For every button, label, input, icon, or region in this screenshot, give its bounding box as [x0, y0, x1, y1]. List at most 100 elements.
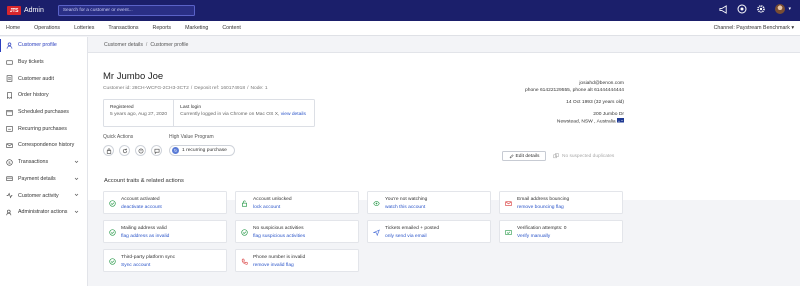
ticket-icon [6, 59, 13, 66]
help-icon[interactable] [737, 4, 747, 14]
view-details-link[interactable]: view details [281, 112, 306, 117]
nav-reports[interactable]: Reports [153, 25, 172, 31]
sidebar-item-correspondence-history[interactable]: Correspondence history [0, 137, 87, 154]
trait-title: No suspicious activities [253, 226, 304, 231]
sidebar-item-transactions[interactable]: $ Transactions [0, 154, 87, 171]
address-line-1: 200 Jumbo Dr [593, 112, 624, 117]
app-title[interactable]: Admin [24, 7, 44, 14]
top-icons: ▾ [719, 4, 791, 14]
send-icon [373, 229, 380, 236]
trait-card-account-activated: Account activated deactivate account [103, 191, 227, 214]
main-nav: Home Operations Lotteries Transactions R… [0, 21, 800, 36]
quick-actions-label: Quick Actions [103, 134, 134, 140]
chevron-down-icon[interactable]: ▾ [788, 6, 791, 12]
trait-action-link[interactable]: remove invalid flag [253, 263, 294, 268]
activity-icon [6, 192, 13, 199]
sidebar-item-scheduled-purchases[interactable]: Scheduled purchases [0, 104, 87, 121]
sidebar-item-administrator-actions[interactable]: Administrator actions [0, 204, 87, 221]
trait-action-link[interactable]: Sync account [121, 263, 150, 268]
chevron-down-icon [74, 176, 79, 183]
registered-label: Registered [110, 105, 134, 110]
trait-action-link[interactable]: lock account [253, 205, 280, 210]
trait-title: Account activated [121, 197, 160, 202]
sidebar-item-customer-activity[interactable]: Customer activity [0, 187, 87, 204]
sidebar-item-customer-profile[interactable]: Customer profile [0, 37, 87, 54]
lock-button[interactable] [103, 145, 114, 156]
customer-ids: Customer id: 28CH-WCFG-2CH3-3CT2/Deposit… [103, 86, 268, 91]
nav-home[interactable]: Home [6, 25, 20, 31]
nav-operations[interactable]: Operations [34, 25, 60, 31]
email: josiahd@benon.com [579, 81, 624, 86]
sidebar-item-label: Recurring purchases [18, 125, 67, 132]
trait-card-account-unlocked: Account unlocked lock account [235, 191, 359, 214]
sidebar-item-label: Customer audit [18, 75, 54, 82]
sidebar-item-customer-audit[interactable]: Customer audit [0, 70, 87, 87]
check-circle-icon [241, 229, 248, 236]
trait-card-email-bouncing: Email address bouncing remove bouncing f… [499, 191, 623, 214]
edit-details-button[interactable]: Edit details [502, 151, 546, 161]
trait-card-watching: You're not watching watch this account [367, 191, 491, 214]
dollar-icon: $ [6, 159, 13, 166]
channel-select[interactable]: Channel: Paystream Benchmark ▾ [714, 25, 794, 31]
nav-content[interactable]: Content [222, 25, 241, 31]
chevron-down-icon [74, 192, 79, 199]
search-input[interactable]: Search for a customer or event... [57, 5, 195, 16]
separator: / [190, 86, 193, 91]
trait-action-link[interactable]: Verify manually [517, 234, 550, 239]
trait-card-mailing-address: Mailing address valid flag address as in… [103, 220, 227, 243]
trait-card-tickets-delivery: Tickets emailed + posted only send via e… [367, 220, 491, 243]
nav-transactions[interactable]: Transactions [108, 25, 138, 31]
breadcrumb-customer-details[interactable]: Customer details [104, 42, 143, 48]
reset-button[interactable] [119, 145, 130, 156]
trait-title: Email address bouncing [517, 197, 570, 202]
sidebar-item-label: Buy tickets [18, 59, 44, 66]
check-circle-icon [109, 229, 116, 236]
trait-action-link[interactable]: watch this account [385, 205, 425, 210]
trait-action-link[interactable]: only send via email [385, 234, 427, 239]
trait-card-phone-invalid: Phone number is invalid remove invalid f… [235, 249, 359, 272]
alert-icon [138, 148, 143, 153]
mail-alert-icon [505, 200, 512, 207]
trait-action-link[interactable]: flag suspicious activities [253, 234, 305, 239]
customer-id: Customer id: 28CH-WCFG-2CH3-3CT2 [103, 86, 189, 91]
logo[interactable]: JTS [7, 6, 21, 15]
unlock-icon [241, 200, 248, 207]
trait-title: Mailing address valid [121, 226, 167, 231]
last-login-value: Currently logged in via Chrome on Mac OS… [180, 111, 306, 118]
node: Node: 1 [250, 86, 268, 91]
avatar[interactable] [775, 4, 786, 14]
sidebar-item-label: Payment details [18, 175, 56, 182]
high-value-pill[interactable]: ↻ 1 recurring purchase [169, 145, 235, 156]
sidebar-item-buy-tickets[interactable]: Buy tickets [0, 54, 87, 71]
sidebar-item-recurring-purchases[interactable]: Recurring purchases [0, 120, 87, 137]
trait-action-link[interactable]: deactivate account [121, 205, 162, 210]
trait-action-link[interactable]: flag address as invalid [121, 234, 169, 239]
duplicates-label: No suspected duplicates [562, 153, 615, 159]
trait-title: Phone number is invalid [253, 255, 306, 260]
phone-icon [241, 258, 248, 265]
sidebar: Customer profile Buy tickets Customer au… [0, 37, 88, 286]
high-value-label: High Value Program [169, 134, 214, 140]
phones: phone 61422129555, phone alt 61444444444 [525, 88, 624, 93]
address-line-2-text: Newstead, NSW , Australia [556, 119, 616, 125]
user-icon [6, 42, 13, 49]
address-line-2: Newstead, NSW , Australia [525, 118, 624, 126]
list-icon [6, 75, 13, 82]
message-button[interactable] [151, 145, 162, 156]
trait-action-link[interactable]: remove bouncing flag [517, 205, 564, 210]
sidebar-item-order-history[interactable]: Order history [0, 87, 87, 104]
quick-actions [103, 145, 162, 156]
megaphone-icon[interactable] [719, 4, 728, 14]
receipt-icon [6, 92, 13, 99]
trait-card-suspicious-activities: No suspicious activities flag suspicious… [235, 220, 359, 243]
top-bar: JTS Admin Search for a customer or event… [0, 0, 800, 21]
sidebar-item-label: Transactions [18, 159, 49, 166]
chevron-down-icon [74, 159, 79, 166]
nav-lotteries[interactable]: Lotteries [74, 25, 94, 31]
nav-marketing[interactable]: Marketing [185, 25, 208, 31]
sidebar-item-payment-details[interactable]: Payment details [0, 171, 87, 188]
verify-icon [505, 229, 512, 236]
settings-icon[interactable] [756, 4, 766, 14]
separator: / [247, 86, 249, 91]
alert-button[interactable] [135, 145, 146, 156]
